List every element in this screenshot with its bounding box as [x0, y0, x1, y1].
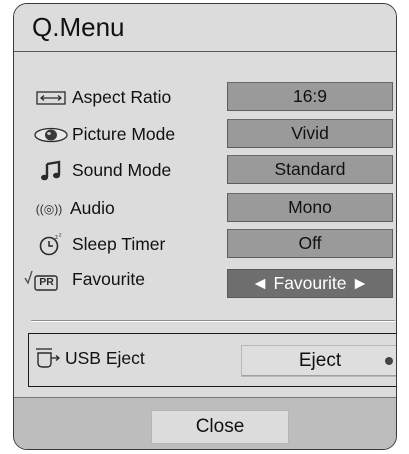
close-button[interactable]: Close [151, 410, 289, 444]
menu-item-sound-mode[interactable]: Sound Mode Standard [14, 155, 396, 187]
eye-icon [33, 124, 69, 146]
menu-item-label: Audio [70, 198, 115, 218]
sleep-timer-value[interactable]: Off [227, 229, 393, 258]
aspect-ratio-icon [33, 87, 69, 109]
usb-eject-row[interactable]: USB Eject Eject [28, 333, 396, 387]
menu-item-sleep-timer[interactable]: z z Sleep Timer Off [14, 229, 396, 261]
favourite-pr-text: PR [39, 276, 54, 288]
menu-item-label: Picture Mode [72, 124, 176, 144]
menu-item-label: Sound Mode [72, 160, 172, 180]
usb-eject-label: USB Eject [65, 348, 145, 368]
menu-list: Aspect Ratio 16:9 Picture Mode Vivid Sou… [14, 52, 396, 328]
menu-item-favourite[interactable]: PR Favourite ◄ Favourite ► [14, 266, 396, 298]
picture-mode-value[interactable]: Vivid [227, 119, 393, 148]
sound-mode-value[interactable]: Standard [227, 155, 393, 184]
svg-text:z: z [59, 233, 62, 239]
audio-icon: ((◎)) [35, 202, 63, 216]
menu-item-aspect-ratio[interactable]: Aspect Ratio 16:9 [14, 82, 396, 114]
aspect-ratio-value[interactable]: 16:9 [227, 82, 393, 111]
menu-item-audio[interactable]: ((◎)) Audio Mono [14, 193, 396, 225]
sleep-timer-icon: z z [33, 233, 69, 256]
favourite-value[interactable]: ◄ Favourite ► [227, 269, 393, 298]
eject-button[interactable]: Eject [241, 345, 396, 377]
usb-eject-icon [35, 346, 63, 370]
audio-value[interactable]: Mono [227, 193, 393, 222]
bottom-bar: Close [14, 397, 396, 449]
music-note-icon [33, 160, 69, 182]
menu-item-label: Sleep Timer [72, 234, 166, 254]
divider [31, 321, 395, 322]
focus-indicator-dot [385, 357, 393, 365]
qmenu-dialog: Q.Menu Aspect Ratio 16:9 Picture Mode Vi… [13, 3, 397, 450]
title-bar: Q.Menu [14, 4, 396, 52]
svg-text:z: z [55, 235, 58, 241]
page-title: Q.Menu [32, 12, 125, 42]
favourite-pr-icon: PR [24, 268, 68, 296]
menu-item-label: Favourite [72, 269, 145, 289]
menu-item-label: Aspect Ratio [72, 87, 172, 107]
menu-item-picture-mode[interactable]: Picture Mode Vivid [14, 119, 396, 151]
